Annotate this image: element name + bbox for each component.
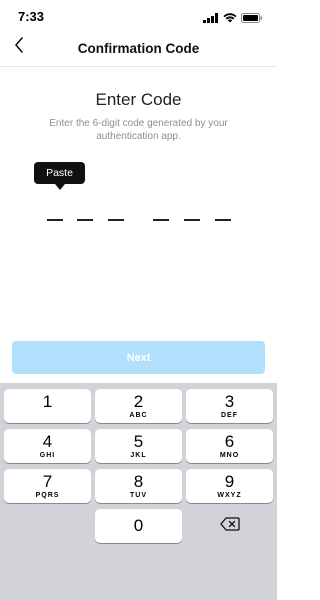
status-icons (203, 10, 263, 28)
backspace-icon (219, 516, 240, 536)
next-button[interactable]: Next (12, 341, 265, 374)
key-8[interactable]: 8 TUV (95, 469, 182, 503)
key-number: 1 (42, 392, 53, 411)
key-2[interactable]: 2 ABC (95, 389, 182, 423)
code-digit-slot-2[interactable] (77, 203, 93, 221)
status-bar: 7:33 (0, 0, 277, 30)
signal-icon (203, 10, 219, 28)
key-number: 8 (133, 472, 144, 491)
code-digit-slot-3[interactable] (108, 203, 124, 221)
key-letters: PQRS (35, 492, 60, 499)
key-number: 0 (133, 516, 144, 535)
code-digit-slot-6[interactable] (215, 203, 231, 221)
code-digit-slot-5[interactable] (184, 203, 200, 221)
key-letters: TUV (130, 492, 147, 499)
key-number: 3 (224, 392, 235, 411)
enter-code-heading: Enter Code (95, 90, 182, 109)
key-letters: ABC (129, 412, 148, 419)
key-7[interactable]: 7 PQRS (4, 469, 91, 503)
key-letters: DEF (221, 412, 238, 419)
key-number: 2 (133, 392, 144, 411)
page-title: Confirmation Code (77, 41, 200, 56)
status-time: 7:33 (18, 9, 45, 24)
code-digit-slot-4[interactable] (153, 203, 169, 221)
key-letters: GHI (39, 452, 56, 459)
tooltip-arrow (55, 184, 65, 190)
numeric-keypad: 1 2 ABC 3 DEF 4 GHI 5 JKL 6 MNO 7 PQRS 8… (0, 383, 277, 600)
key-4[interactable]: 4 GHI (4, 429, 91, 463)
key-number: 7 (42, 472, 53, 491)
key-1[interactable]: 1 (4, 389, 91, 423)
key-number: 6 (224, 432, 235, 451)
navigation-bar: Confirmation Code (0, 30, 277, 67)
key-3[interactable]: 3 DEF (186, 389, 273, 423)
code-digit-slot-1[interactable] (47, 203, 63, 221)
key-number: 4 (42, 432, 53, 451)
key-9[interactable]: 9 WXYZ (186, 469, 273, 503)
key-number: 9 (224, 472, 235, 491)
key-5[interactable]: 5 JKL (95, 429, 182, 463)
key-letters: MNO (219, 452, 240, 459)
key-6[interactable]: 6 MNO (186, 429, 273, 463)
instructions-text: Enter the 6-digit code generated by your… (49, 118, 228, 142)
key-letters: WXYZ (217, 492, 242, 499)
battery-icon (241, 10, 263, 28)
paste-tooltip-button[interactable]: Paste (34, 162, 85, 184)
key-letters: JKL (130, 452, 147, 459)
wifi-icon (223, 10, 237, 28)
delete-key[interactable] (186, 509, 273, 543)
key-number: 5 (133, 432, 144, 451)
key-0[interactable]: 0 (95, 509, 182, 543)
